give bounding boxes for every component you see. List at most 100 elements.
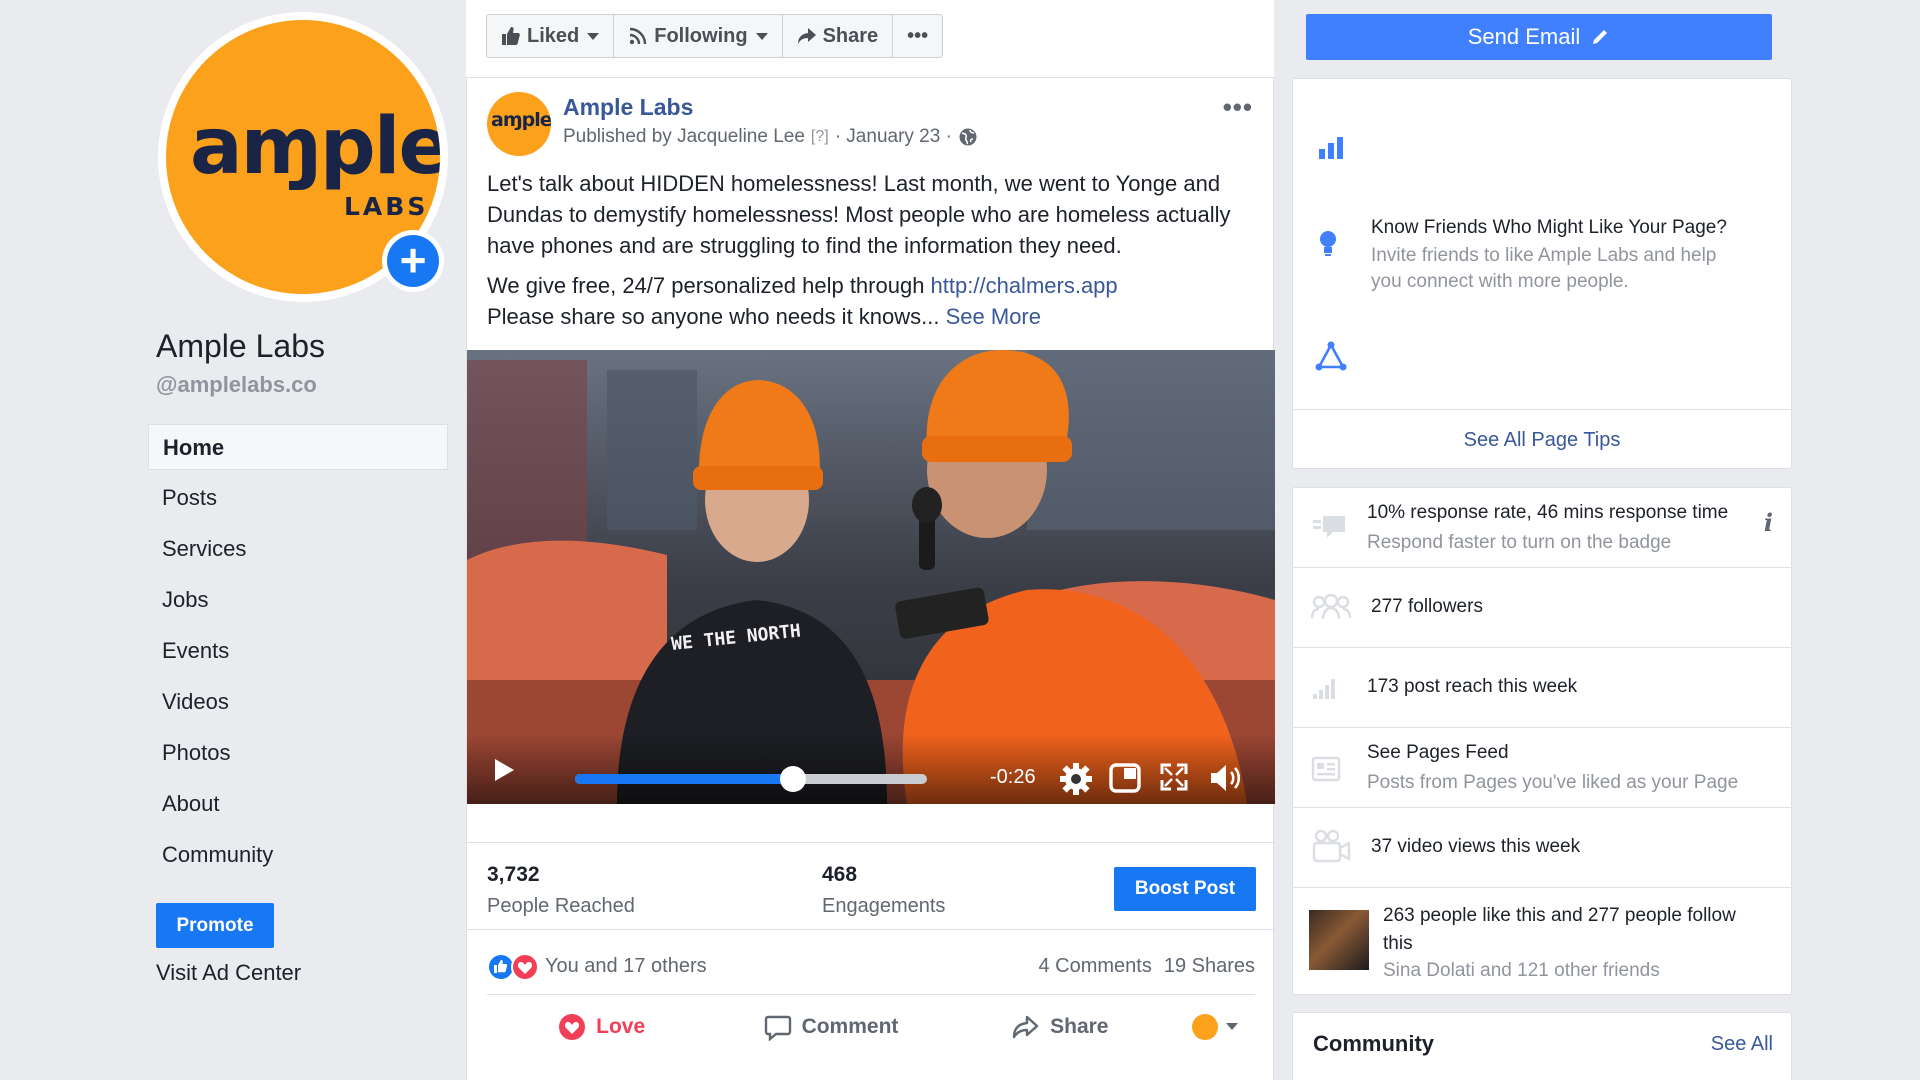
post-author-name[interactable]: Ample Labs — [563, 94, 693, 121]
more-options-button[interactable]: ••• — [893, 15, 942, 57]
time-remaining: -0:26 — [990, 766, 1036, 788]
chevron-down-icon — [1225, 1023, 1238, 1030]
page-likes-text: 263 people like this and 277 people foll… — [1383, 905, 1736, 954]
logo-text: aɱple — [190, 102, 440, 192]
page-action-bar: Liked Following Share ••• — [466, 0, 1274, 78]
following-label: Following — [654, 24, 748, 47]
video-views-row[interactable]: 37 video views this week — [1293, 808, 1791, 888]
post-text-paragraph: Let's talk about HIDDEN homelessness! La… — [487, 171, 1231, 258]
followers-row[interactable]: 277 followers — [1293, 568, 1791, 648]
share-arrow-icon — [797, 28, 816, 44]
love-reaction-icon — [511, 953, 539, 981]
ellipsis-icon: ••• — [907, 24, 929, 47]
promote-button[interactable]: Promote — [156, 903, 274, 948]
nav-item-photos[interactable]: Photos — [148, 730, 448, 776]
love-label: Love — [596, 1014, 646, 1038]
post-reach-text: 173 post reach this week — [1367, 676, 1578, 697]
post-actions: Love Comment Share — [487, 994, 1255, 1058]
post-text-span: Please share so anyone who needs it know… — [487, 304, 946, 329]
volume-icon[interactable] — [1209, 762, 1245, 794]
reaction-icons[interactable] — [487, 951, 545, 981]
engagements-count: 468 — [822, 863, 858, 886]
settings-gear-icon[interactable] — [1059, 762, 1093, 796]
comment-bubble-icon — [764, 1015, 791, 1041]
globe-icon — [959, 128, 977, 146]
share-page-button[interactable]: Share — [783, 15, 894, 57]
video-camera-icon — [1312, 829, 1351, 863]
pencil-icon — [1593, 30, 1608, 44]
page-stats-card: 10% response rate, 46 mins response time… — [1292, 487, 1792, 995]
lightbulb-icon — [1320, 231, 1336, 256]
chalmers-link[interactable]: http://chalmers.app — [931, 273, 1118, 298]
share-button[interactable]: Share — [946, 1013, 1175, 1041]
response-rate-row[interactable]: 10% response rate, 46 mins response time… — [1293, 488, 1791, 568]
progress-scrubber[interactable] — [780, 766, 807, 792]
visit-ad-center-link[interactable]: Visit Ad Center — [156, 960, 301, 986]
play-icon[interactable] — [493, 758, 515, 782]
love-button[interactable]: Love — [487, 1013, 716, 1041]
fullscreen-icon[interactable] — [1159, 762, 1189, 792]
profile-picture-frame: aɱple LABS + — [158, 12, 448, 302]
nav-item-home[interactable]: Home — [148, 424, 448, 470]
reactions-summary[interactable]: You and 17 others — [545, 955, 707, 978]
see-all-page-tips-link[interactable]: See All Page Tips — [1293, 409, 1791, 469]
shares-count[interactable]: 19 Shares — [1164, 955, 1255, 978]
nav-item-about[interactable]: About — [148, 781, 448, 827]
page-nav: Home Posts Services Jobs Events Videos P… — [148, 424, 448, 883]
pages-feed-row[interactable]: See Pages Feed Posts from Pages you've l… — [1293, 728, 1791, 808]
send-email-label: Send Email — [1467, 24, 1581, 49]
post-reach-row[interactable]: 173 post reach this week — [1293, 648, 1791, 728]
picture-in-picture-icon[interactable] — [1109, 762, 1141, 794]
pages-feed-title: See Pages Feed — [1367, 742, 1509, 763]
progress-fill — [575, 774, 794, 784]
liked-button[interactable]: Liked — [487, 15, 615, 57]
page-likes-row[interactable]: 263 people like this and 277 people foll… — [1293, 888, 1791, 995]
network-triangle-icon — [1315, 341, 1347, 371]
video-progress-bar[interactable] — [575, 766, 927, 792]
nav-item-events[interactable]: Events — [148, 628, 448, 674]
nav-item-videos[interactable]: Videos — [148, 679, 448, 725]
community-title: Community — [1313, 1031, 1434, 1056]
community-see-all-link[interactable]: See All — [1711, 1033, 1773, 1056]
info-icon[interactable]: i — [1764, 508, 1773, 537]
comments-count[interactable]: 4 Comments — [1038, 955, 1151, 978]
send-email-button[interactable]: Send Email — [1306, 14, 1772, 60]
people-reached-label: People Reached — [487, 895, 635, 917]
page-action-buttons: Liked Following Share ••• — [486, 14, 944, 58]
logo-labs-text: LABS — [344, 192, 429, 221]
tip-description: Invite friends to like Ample Labs and he… — [1371, 245, 1717, 292]
post-as-selector[interactable] — [1175, 1013, 1255, 1040]
video-player[interactable]: WE THE NORTH -0:26 — [467, 350, 1275, 804]
boost-post-button[interactable]: Boost Post — [1114, 867, 1256, 911]
followers-text: 277 followers — [1371, 596, 1483, 617]
post-options-button[interactable]: ••• — [1223, 92, 1253, 123]
bar-chart-icon — [1319, 137, 1343, 159]
nav-item-posts[interactable]: Posts — [148, 475, 448, 521]
following-button[interactable]: Following — [614, 15, 783, 57]
help-link[interactable]: [?] — [811, 128, 829, 146]
post-author-avatar[interactable]: aɱple — [487, 92, 551, 156]
post-date[interactable]: · January 23 · — [835, 126, 952, 148]
video-controls: -0:26 — [467, 734, 1275, 804]
comment-button[interactable]: Comment — [716, 1013, 945, 1041]
liked-label: Liked — [527, 24, 580, 47]
add-photo-button[interactable]: + — [382, 230, 444, 292]
share-arrow-icon — [1012, 1015, 1039, 1038]
facebook-page: aɱple LABS + Ample Labs @amplelabs.co Ho… — [0, 0, 1920, 1080]
people-icon — [1311, 594, 1351, 620]
nav-item-jobs[interactable]: Jobs — [148, 577, 448, 623]
community-card: Community See All — [1292, 1012, 1792, 1080]
nav-item-services[interactable]: Services — [148, 526, 448, 572]
friends-like-text[interactable]: Sina Dolati and 121 other friends — [1383, 960, 1660, 982]
post-text-span: We give free, 24/7 personalized help thr… — [487, 273, 931, 298]
post-insights: 3,732 People Reached 468 Engagements Boo… — [467, 842, 1275, 930]
see-more-link[interactable]: See More — [946, 304, 1041, 329]
tip-title[interactable]: Know Friends Who Might Like Your Page? — [1371, 217, 1727, 239]
chevron-down-icon — [755, 32, 768, 40]
published-by: Published by Jacqueline Lee — [563, 126, 805, 147]
signal-bars-icon — [1313, 679, 1335, 699]
page-handle[interactable]: @amplelabs.co — [156, 372, 317, 398]
post-text-line: Please share so anyone who needs it know… — [487, 301, 1267, 332]
nav-item-community[interactable]: Community — [148, 832, 448, 878]
page-name: Ample Labs — [156, 328, 325, 364]
